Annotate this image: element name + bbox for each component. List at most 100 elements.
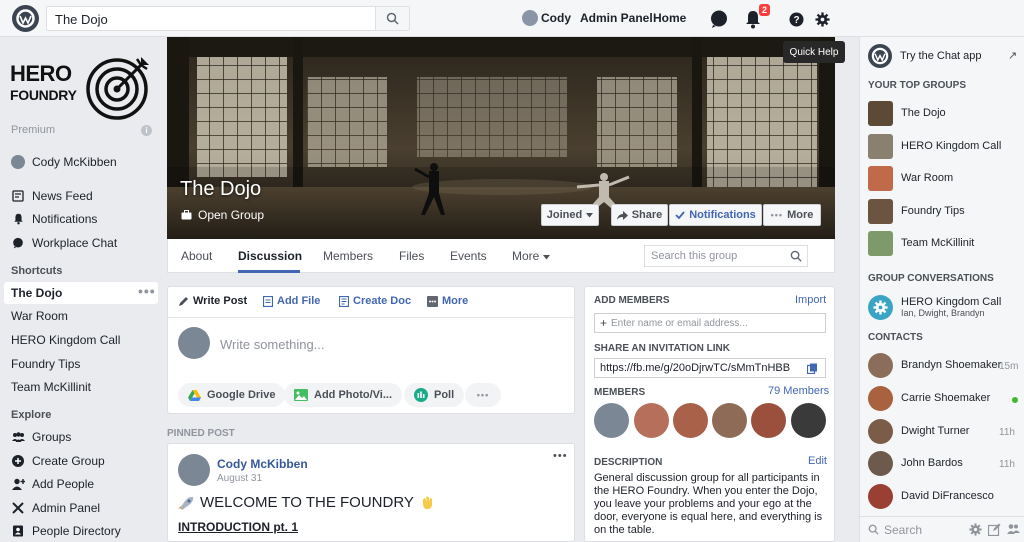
- group-conversation-item[interactable]: HERO Kingdom Call Ian, Dwight, Brandyn: [868, 293, 1001, 321]
- notifications-button[interactable]: Notifications: [669, 204, 762, 226]
- compose-icon[interactable]: [988, 523, 1001, 536]
- share-button[interactable]: Share: [611, 204, 668, 226]
- nav-groups[interactable]: Groups: [11, 426, 71, 448]
- top-group-item[interactable]: Team McKillinit: [868, 230, 974, 256]
- google-drive-button[interactable]: Google Drive: [178, 383, 286, 407]
- contact-item[interactable]: Dwight Turner: [868, 418, 969, 444]
- tab-about[interactable]: About: [181, 249, 212, 263]
- shortcut-war-room[interactable]: War Room: [11, 305, 68, 327]
- nav-people-directory[interactable]: People Directory: [11, 520, 121, 542]
- more-tab[interactable]: More: [427, 295, 468, 307]
- member-avatar[interactable]: [791, 403, 826, 438]
- contact-item[interactable]: John Bardos: [868, 450, 963, 476]
- more-button[interactable]: ••• More: [763, 204, 821, 226]
- add-photo-label: Add Photo/Vi...: [314, 389, 393, 401]
- try-chat-app-link[interactable]: Try the Chat app: [900, 50, 982, 62]
- search-icon: [790, 250, 802, 262]
- post-text-input[interactable]: Write something...: [220, 337, 325, 352]
- profile-link[interactable]: Cody McKibben: [11, 151, 117, 173]
- top-group-item[interactable]: Foundry Tips: [868, 198, 965, 224]
- home-link[interactable]: Home: [653, 11, 686, 25]
- post-menu-icon[interactable]: •••: [553, 450, 568, 462]
- post-date[interactable]: August 31: [217, 473, 262, 484]
- shortcut-the-dojo[interactable]: The Dojo •••: [4, 282, 158, 304]
- rocket-icon: [178, 496, 194, 510]
- write-post-tab[interactable]: Write Post: [178, 295, 247, 307]
- contact-avatar: [868, 385, 893, 411]
- group-name: Team McKillinit: [901, 237, 975, 249]
- top-group-item[interactable]: War Room: [868, 165, 953, 191]
- nav-create-group[interactable]: Create Group: [11, 450, 105, 472]
- member-avatar[interactable]: [634, 403, 669, 438]
- search-button[interactable]: [375, 7, 409, 30]
- contact-item[interactable]: Brandyn Shoemaker: [868, 352, 1001, 378]
- shortcut-team-mckillinit[interactable]: Team McKillinit: [11, 376, 91, 398]
- wave-hand-icon: [420, 495, 435, 510]
- help-icon[interactable]: ?: [785, 8, 807, 30]
- left-sidebar: HERO FOUNDRY Premium i Cody McKibben New…: [0, 37, 160, 542]
- member-count-link[interactable]: 79 Members: [768, 385, 829, 397]
- nav-workplace-chat[interactable]: Workplace Chat: [11, 232, 117, 254]
- global-search-input[interactable]: The Dojo: [46, 6, 410, 31]
- post-subtitle[interactable]: INTRODUCTION pt. 1: [178, 520, 298, 534]
- top-group-item[interactable]: HERO Kingdom Call: [868, 133, 1001, 159]
- add-file-tab[interactable]: Add File: [263, 295, 320, 307]
- import-link[interactable]: Import: [795, 294, 826, 306]
- member-avatar[interactable]: [673, 403, 708, 438]
- shortcut-foundry-tips[interactable]: Foundry Tips: [11, 353, 80, 375]
- shortcut-label: HERO Kingdom Call: [11, 333, 121, 347]
- new-group-icon[interactable]: [1007, 523, 1020, 535]
- contact-last-active: 15m: [999, 361, 1019, 372]
- tab-discussion[interactable]: Discussion: [238, 249, 302, 263]
- nav-add-people[interactable]: Add People: [11, 473, 94, 495]
- info-icon[interactable]: i: [141, 125, 152, 136]
- shortcut-hero-kingdom-call[interactable]: HERO Kingdom Call: [11, 329, 120, 351]
- directory-icon: [11, 525, 25, 537]
- tab-members[interactable]: Members: [323, 249, 373, 263]
- nav-admin-panel[interactable]: Admin Panel: [11, 497, 100, 519]
- nav-news-feed[interactable]: News Feed: [11, 185, 93, 207]
- add-members-placeholder: Enter name or email address...: [611, 317, 748, 329]
- member-avatar[interactable]: [594, 403, 629, 438]
- create-doc-tab[interactable]: Create Doc: [339, 295, 411, 307]
- profile-link[interactable]: Cody: [541, 11, 571, 25]
- add-members-input[interactable]: + Enter name or email address...: [594, 313, 826, 333]
- copy-icon[interactable]: [807, 363, 818, 374]
- gear-icon[interactable]: [811, 8, 833, 30]
- external-link-icon[interactable]: ↗: [1008, 49, 1017, 62]
- top-group-item[interactable]: The Dojo: [868, 100, 946, 126]
- post-author-avatar[interactable]: [178, 454, 210, 486]
- tab-more[interactable]: More: [512, 249, 550, 263]
- contact-item[interactable]: Carrie Shoemaker: [868, 385, 990, 411]
- edit-description-link[interactable]: Edit: [808, 455, 827, 467]
- photo-icon: [294, 389, 308, 401]
- shortcut-label: The Dojo: [11, 286, 63, 300]
- admin-panel-link[interactable]: Admin Panel: [580, 11, 653, 25]
- more-dots-icon[interactable]: •••: [138, 283, 156, 299]
- user-avatar[interactable]: [522, 10, 538, 26]
- invitation-link-field[interactable]: https://fb.me/g/20oDjrwTC/sMmTnHBB: [594, 358, 826, 378]
- member-avatar[interactable]: [751, 403, 786, 438]
- add-photo-button[interactable]: Add Photo/Vi...: [284, 383, 403, 407]
- gear-icon[interactable]: [969, 523, 982, 536]
- poll-button[interactable]: Poll: [404, 383, 465, 407]
- contact-item[interactable]: David DiFrancesco: [868, 483, 994, 509]
- hero-foundry-logo[interactable]: HERO FOUNDRY: [10, 47, 155, 122]
- chat-bubble-icon[interactable]: [708, 8, 730, 30]
- member-avatar[interactable]: [712, 403, 747, 438]
- tab-files[interactable]: Files: [399, 249, 424, 263]
- workplace-chat-logo-icon[interactable]: [868, 44, 892, 68]
- plus-icon: +: [600, 316, 608, 330]
- profile-name: Cody McKibben: [32, 155, 117, 169]
- chat-search-bar[interactable]: Search: [860, 516, 1024, 542]
- joined-button[interactable]: Joined: [541, 204, 599, 226]
- caret-down-icon: [542, 255, 550, 260]
- tools-icon: [11, 502, 25, 514]
- tab-events[interactable]: Events: [450, 249, 487, 263]
- workplace-logo-icon[interactable]: [12, 5, 39, 32]
- post-author-name[interactable]: Cody McKibben: [217, 457, 308, 471]
- nav-label: Add People: [32, 477, 95, 491]
- more-options-button[interactable]: •••: [465, 383, 501, 407]
- nav-notifications[interactable]: Notifications: [11, 208, 97, 230]
- group-search-input[interactable]: Search this group: [644, 245, 808, 267]
